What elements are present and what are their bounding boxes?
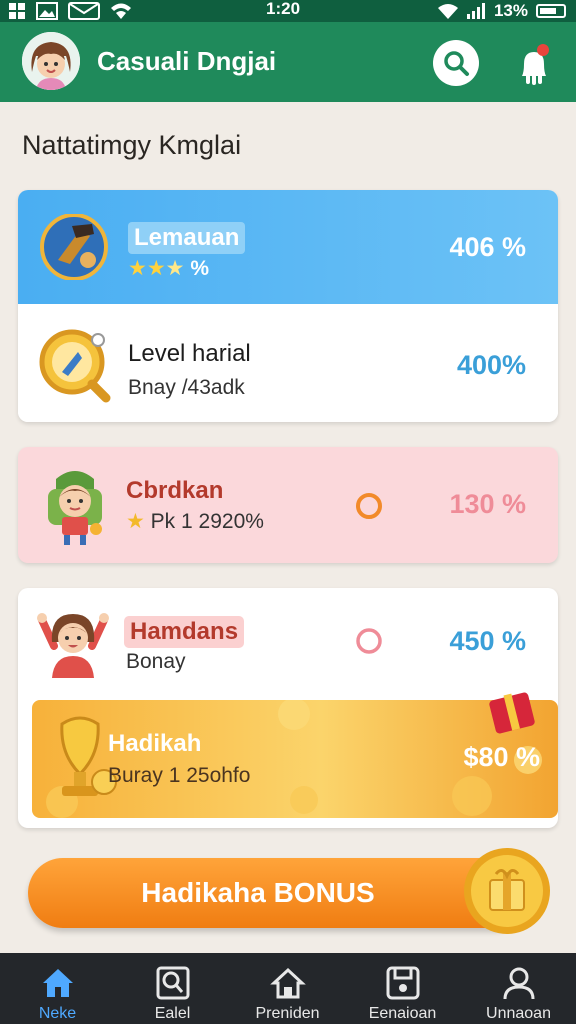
cell-signal-icon xyxy=(466,3,485,19)
home-icon xyxy=(43,969,73,997)
bell-icon xyxy=(522,44,549,85)
star-icon: ★ xyxy=(126,510,145,533)
gift-box-icon xyxy=(489,692,535,734)
search-square-icon xyxy=(156,966,190,1000)
row-name: Hamdans xyxy=(124,616,245,648)
app-header: Casuali Dngjai xyxy=(0,22,576,102)
nav-item-home[interactable]: Neke xyxy=(0,953,115,1024)
row-sub: % xyxy=(190,257,210,280)
nav-item-house[interactable]: Preniden xyxy=(230,953,345,1024)
gold-trophy-icon xyxy=(60,716,117,796)
wifi-icon xyxy=(111,3,131,19)
bonus-button-label: Hadikaha BONUS xyxy=(141,877,375,908)
nav-label: Preniden xyxy=(255,1005,320,1022)
mail-icon xyxy=(68,2,100,20)
section-title: Nattatimgy Kmglai xyxy=(22,130,242,160)
app-title: Casuali Dngjai xyxy=(97,46,277,76)
list-item[interactable]: Hamdans Bonay 450 % xyxy=(18,588,558,696)
row-sub: Buray 1 25ohfo xyxy=(108,764,251,787)
status-bar: 1:20 13% xyxy=(0,0,576,22)
status-ring-icon xyxy=(356,493,382,519)
row-percent: 450 % xyxy=(449,626,526,656)
star-icon: ★ xyxy=(128,257,147,280)
cheering-girl-icon xyxy=(37,613,109,678)
row-name: Cbrdkan xyxy=(126,477,224,504)
row-sub: Bonay xyxy=(126,650,186,673)
hammer-badge-icon xyxy=(40,214,108,280)
battery-percent: 13% xyxy=(493,1,528,20)
wifi-signal-icon xyxy=(437,4,458,19)
list-item[interactable]: Hadikah Buray 1 25ohfo $80 % xyxy=(32,692,558,818)
nav-label: Neke xyxy=(38,1005,77,1022)
list-item[interactable]: Level harial Bnay /43adk 400% xyxy=(18,308,558,422)
girl-avatar-icon xyxy=(22,32,80,90)
row-name: Level harial xyxy=(128,340,251,367)
list-item[interactable]: Lemauan ★★★ % 406 % xyxy=(18,190,558,304)
notification-grid-icon xyxy=(9,3,25,19)
leaderboard-card-bottom: Hamdans Bonay 450 % Hadikah Buray 1 25oh… xyxy=(18,588,558,828)
avatar[interactable] xyxy=(22,32,80,90)
battery-icon xyxy=(536,4,566,18)
nav-item-profile[interactable]: Unnaoan xyxy=(461,953,576,1024)
row-percent: 406 % xyxy=(449,232,526,262)
search-icon xyxy=(444,51,469,76)
list-item[interactable]: Cbrdkan ★ Pk 1 2920% 130 % xyxy=(18,447,558,563)
image-icon xyxy=(36,2,58,20)
leaderboard-card-top: Lemauan ★★★ % 406 % Level harial Bnay /4… xyxy=(18,190,558,422)
nav-label: Eenaioan xyxy=(368,1005,437,1022)
bottom-nav: Neke Ealel Preniden Eenaioan Unnaoan xyxy=(0,953,576,1024)
row-name: Hadikah xyxy=(108,730,202,757)
save-icon xyxy=(386,966,420,1000)
nav-item-search[interactable]: Ealel xyxy=(115,953,230,1024)
search-button[interactable] xyxy=(433,40,479,86)
bonus-button[interactable]: Hadikaha BONUS xyxy=(28,858,528,928)
row-sub: Bnay /43adk xyxy=(128,376,245,399)
nav-item-save[interactable]: Eenaioan xyxy=(345,953,460,1024)
nav-label: Unnaoan xyxy=(486,1005,551,1022)
status-time: 1:20 xyxy=(266,0,301,18)
rating-stars: ★★★ % xyxy=(128,256,209,281)
magnifier-rocket-icon xyxy=(39,329,111,403)
character-backpack-icon xyxy=(48,471,102,545)
row-sub: Pk 1 2920% xyxy=(150,510,264,533)
gold-gift-coin-icon[interactable] xyxy=(462,846,552,936)
row-name: Lemauan xyxy=(128,222,246,254)
rating-row: ★ Pk 1 2920% xyxy=(126,509,264,534)
row-percent: 400% xyxy=(456,350,526,380)
star-icon: ★ xyxy=(165,257,185,280)
notification-button[interactable] xyxy=(514,42,554,86)
status-ring-icon xyxy=(356,628,382,654)
nav-label: Ealel xyxy=(154,1005,191,1022)
user-icon xyxy=(503,967,535,1000)
row-percent: $80 % xyxy=(463,742,540,772)
house-icon xyxy=(270,967,306,999)
row-percent: 130 % xyxy=(449,489,526,519)
star-icon: ★ xyxy=(146,257,166,280)
